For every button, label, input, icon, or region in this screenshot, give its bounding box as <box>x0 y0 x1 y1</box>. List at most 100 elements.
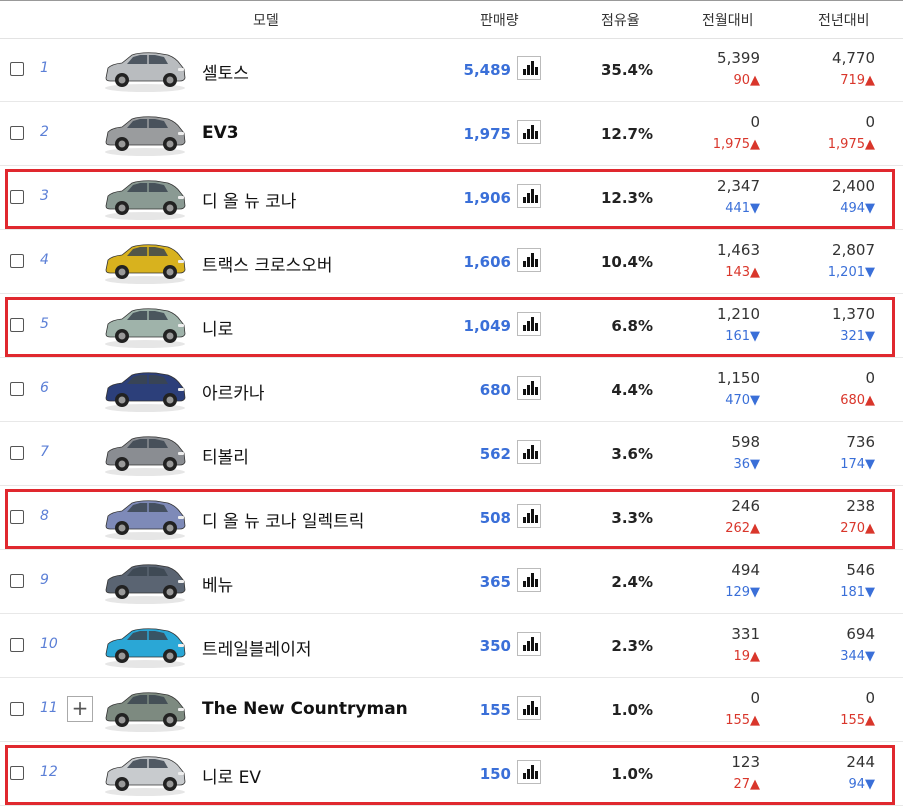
rank-number: 3 <box>40 188 49 204</box>
yoy-value: 694 <box>846 625 875 643</box>
yoy-value: 0 <box>865 689 875 707</box>
yoy-delta: 680▲ <box>840 393 875 408</box>
bar-chart-icon[interactable] <box>517 120 541 144</box>
bar-chart-icon[interactable] <box>517 696 541 720</box>
bar-chart-icon[interactable] <box>517 760 541 784</box>
yoy-cell: 0 155▲ <box>755 678 875 742</box>
sales-count[interactable]: 1,606 <box>464 253 511 271</box>
table-row: 12 니로 EV 150 1.0% 123 27▲ 244 94▼ <box>0 742 903 806</box>
mom-value: 2,347 <box>717 177 760 195</box>
yoy-value: 244 <box>846 753 875 771</box>
table-row: 8디 올 뉴 코나 일렉트릭 508 3.3% 246 262▲ 238 270▲ <box>0 486 903 550</box>
table-row: 10 트레일블레이저 350 2.3% 331 19▲ 694 344▼ <box>0 614 903 678</box>
car-thumbnail <box>105 436 186 476</box>
rank-number: 1 <box>40 60 49 76</box>
sales-count[interactable]: 1,049 <box>464 317 511 335</box>
row-checkbox[interactable] <box>10 190 24 204</box>
yoy-cell: 0 680▲ <box>755 358 875 422</box>
header-mom: 전월대비 <box>702 13 754 29</box>
mom-value: 5,399 <box>717 49 760 67</box>
model-name[interactable]: 니로 <box>202 315 233 340</box>
sales-count[interactable]: 350 <box>480 637 511 655</box>
car-thumbnail <box>105 564 186 604</box>
sales-count[interactable]: 155 <box>480 701 511 719</box>
row-checkbox[interactable] <box>10 126 24 140</box>
sales-count[interactable]: 150 <box>480 765 511 783</box>
model-name[interactable]: EV3 <box>202 123 239 143</box>
rank-number: 4 <box>40 252 49 268</box>
sales-count[interactable]: 5,489 <box>464 61 511 79</box>
bar-chart-icon[interactable] <box>517 248 541 272</box>
row-checkbox[interactable] <box>10 638 24 652</box>
mom-cell: 1,210 161▼ <box>640 294 760 358</box>
model-name[interactable]: 셀토스 <box>202 59 249 84</box>
sales-count[interactable]: 1,975 <box>464 125 511 143</box>
car-thumbnail <box>105 52 186 92</box>
sales-count[interactable]: 1,906 <box>464 189 511 207</box>
yoy-delta: 1,201▼ <box>827 265 875 280</box>
model-name[interactable]: 니로 EV <box>202 763 261 788</box>
bar-chart-icon[interactable] <box>517 632 541 656</box>
rank-number: 6 <box>40 380 49 396</box>
row-checkbox[interactable] <box>10 702 24 716</box>
bar-chart-icon[interactable] <box>517 440 541 464</box>
model-name[interactable]: 티볼리 <box>202 443 249 468</box>
car-thumbnail <box>105 180 186 220</box>
model-name[interactable]: 트레일블레이저 <box>202 635 311 660</box>
car-thumbnail <box>105 116 186 156</box>
yoy-cell: 546 181▼ <box>755 550 875 614</box>
yoy-cell: 244 94▼ <box>755 742 875 806</box>
table-row: 6 아르카나 680 4.4% 1,150 470▼ 0 680▲ <box>0 358 903 422</box>
row-checkbox[interactable] <box>10 254 24 268</box>
table-row: 5 니로 1,049 6.8% 1,210 161▼ 1,370 321▼ <box>0 294 903 358</box>
model-name[interactable]: 아르카나 <box>202 379 265 404</box>
yoy-value: 4,770 <box>832 49 875 67</box>
yoy-value: 1,370 <box>832 305 875 323</box>
bar-chart-icon[interactable] <box>517 376 541 400</box>
row-checkbox[interactable] <box>10 318 24 332</box>
sales-count[interactable]: 508 <box>480 509 511 527</box>
yoy-delta: 94▼ <box>848 777 875 792</box>
yoy-delta: 344▼ <box>840 649 875 664</box>
row-checkbox[interactable] <box>10 510 24 524</box>
car-thumbnail <box>105 244 186 284</box>
sales-count[interactable]: 365 <box>480 573 511 591</box>
yoy-cell: 0 1,975▲ <box>755 102 875 166</box>
model-name[interactable]: 디 올 뉴 코나 일렉트릭 <box>202 507 364 532</box>
car-thumbnail <box>105 372 186 412</box>
mom-cell: 246 262▲ <box>640 486 760 550</box>
row-checkbox[interactable] <box>10 446 24 460</box>
mom-cell: 5,399 90▲ <box>640 38 760 102</box>
model-name[interactable]: 베뉴 <box>202 571 233 596</box>
yoy-cell: 1,370 321▼ <box>755 294 875 358</box>
plus-icon[interactable]: + <box>67 696 93 722</box>
bar-chart-icon[interactable] <box>517 568 541 592</box>
bar-chart-icon[interactable] <box>517 504 541 528</box>
row-checkbox[interactable] <box>10 382 24 396</box>
header-share: 점유율 <box>601 13 640 29</box>
mom-cell: 331 19▲ <box>640 614 760 678</box>
rank-number: 12 <box>40 764 58 780</box>
car-thumbnail <box>105 308 186 348</box>
table-row: 11 + The New Countryman 155 1.0% 0 155▲ 0 155▲ <box>0 678 903 742</box>
table-row: 3디 올 뉴 코나 1,906 12.3% 2,347 441▼ 2,400 494▼ <box>0 166 903 230</box>
rank-number: 11 <box>40 700 58 716</box>
mom-value: 1,210 <box>717 305 760 323</box>
row-checkbox[interactable] <box>10 62 24 76</box>
bar-chart-icon[interactable] <box>517 184 541 208</box>
model-name[interactable]: 디 올 뉴 코나 <box>202 187 296 212</box>
sales-count[interactable]: 562 <box>480 445 511 463</box>
yoy-cell: 2,400 494▼ <box>755 166 875 230</box>
bar-chart-icon[interactable] <box>517 312 541 336</box>
row-checkbox[interactable] <box>10 766 24 780</box>
bar-chart-icon[interactable] <box>517 56 541 80</box>
table-row: 7 티볼리 562 3.6% 598 36▼ 736 174▼ <box>0 422 903 486</box>
mom-cell: 123 27▲ <box>640 742 760 806</box>
model-name[interactable]: 트랙스 크로스오버 <box>202 251 333 276</box>
mom-cell: 1,463 143▲ <box>640 230 760 294</box>
yoy-value: 736 <box>846 433 875 451</box>
model-name[interactable]: The New Countryman <box>202 699 408 719</box>
sales-count[interactable]: 680 <box>480 381 511 399</box>
row-checkbox[interactable] <box>10 574 24 588</box>
yoy-value: 546 <box>846 561 875 579</box>
